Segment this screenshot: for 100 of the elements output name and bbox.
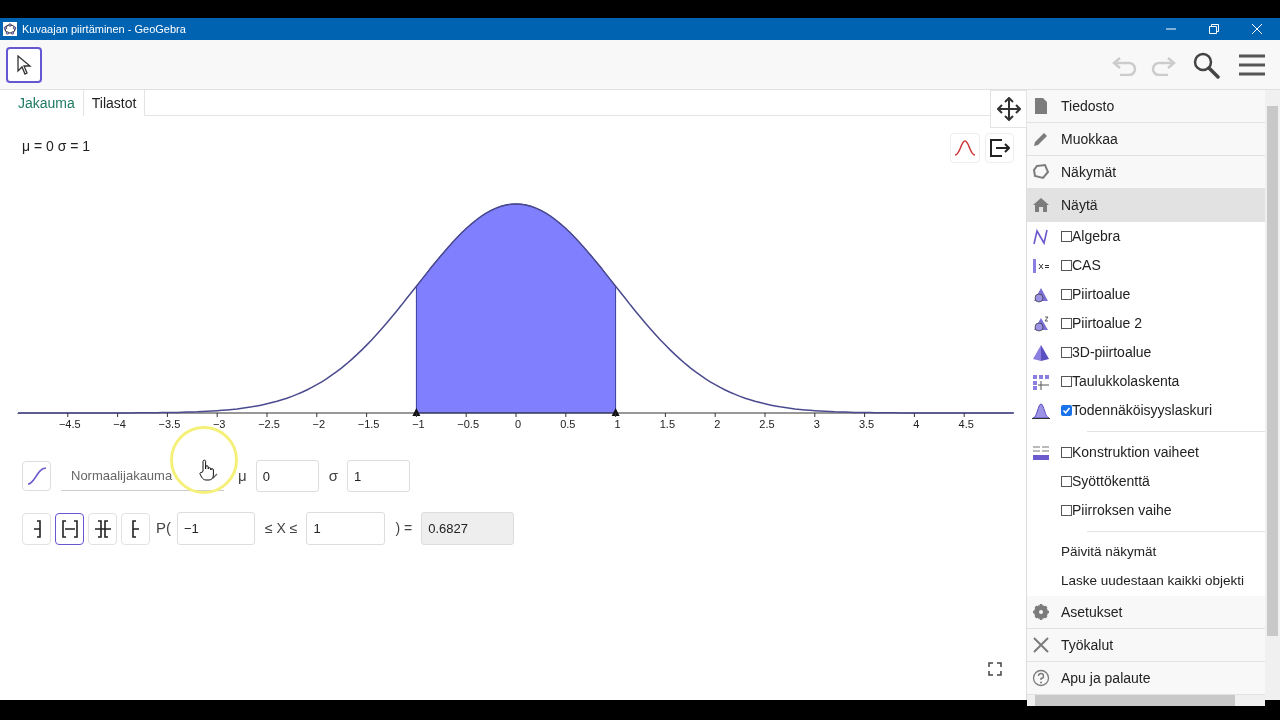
checkbox[interactable] — [1061, 505, 1072, 516]
mu-label: μ — [238, 465, 247, 486]
menu-item[interactable]: Työkalut — [1027, 629, 1265, 662]
restore-icon[interactable] — [1209, 24, 1219, 34]
axis-label: 4.5 — [958, 418, 974, 430]
window-title: Kuvaajan piirtäminen - GeoGebra — [22, 21, 186, 37]
pencil-icon — [1032, 130, 1050, 148]
move-arrows-icon — [996, 97, 1021, 121]
export-icon — [989, 139, 1010, 157]
axis-label: 3 — [813, 418, 820, 430]
checkbox[interactable] — [1061, 231, 1072, 242]
view-menu-item[interactable]: CAS — [1072, 255, 1101, 276]
bell-curve-icon — [1032, 401, 1050, 420]
checkbox[interactable] — [1061, 476, 1072, 487]
axis-label: 4 — [913, 418, 920, 430]
axis-label: 0.5 — [560, 418, 576, 430]
horizontal-scrollbar[interactable] — [1027, 695, 1265, 706]
menu-action[interactable]: Laske uudestaan kaikki objekti — [1061, 571, 1245, 592]
gear-icon — [1032, 603, 1050, 621]
checkbox[interactable] — [1061, 318, 1072, 329]
help-icon — [1032, 669, 1050, 687]
tab[interactable]: Jakauma — [10, 90, 84, 116]
sigma-field[interactable]: 1 — [346, 460, 410, 492]
axis-label: −1 — [412, 418, 425, 430]
checkbox[interactable] — [1061, 289, 1072, 300]
menu-item[interactable]: Muokkaa — [1027, 123, 1265, 156]
axis-label: 3.5 — [858, 418, 875, 430]
function-graph-icon — [1032, 227, 1050, 246]
probability-result-field[interactable]: 0.6827 — [421, 512, 515, 545]
mu-field[interactable]: 0 — [255, 460, 319, 492]
view-menu-item[interactable]: Syöttökenttä — [1072, 471, 1150, 492]
axis-label: −3.5 — [158, 418, 181, 430]
axis-label: −4 — [113, 418, 126, 430]
lower-bound-field[interactable]: −1 — [177, 512, 255, 545]
equals-label: ) = — [395, 519, 413, 538]
view-menu-item[interactable]: Todennäköisyyslaskuri — [1072, 400, 1213, 421]
axis-label: −1.5 — [357, 418, 380, 430]
bound-marker[interactable] — [412, 408, 421, 416]
axis-label: −0.5 — [457, 418, 480, 430]
checkbox[interactable] — [1061, 347, 1072, 358]
hand-cursor-icon — [199, 459, 215, 481]
file-icon — [1032, 97, 1050, 115]
axis-label: −2 — [312, 418, 326, 430]
view-menu-item[interactable]: Konstruktion vaiheet — [1072, 442, 1199, 463]
menu-action[interactable]: Päivitä näkymät — [1061, 542, 1157, 563]
menu-item[interactable]: Näytä — [1027, 189, 1265, 222]
move-view-button[interactable] — [990, 90, 1027, 128]
checkbox[interactable] — [1061, 376, 1072, 387]
inequality-label: ≤ X ≤ — [265, 519, 298, 538]
view-menu-item[interactable]: Piirtoalue 2 — [1072, 313, 1143, 334]
distribution-graph-button[interactable] — [22, 461, 51, 491]
menu-item[interactable]: Tiedosto — [1027, 90, 1265, 123]
view-menu-item[interactable]: Piirroksen vaihe — [1072, 500, 1172, 521]
app-icon — [3, 22, 17, 36]
two-tail-icon — [93, 519, 112, 538]
bound-marker[interactable] — [611, 408, 620, 416]
pyramid-icon — [1032, 343, 1050, 362]
view-menu-item[interactable]: Algebra — [1072, 226, 1121, 247]
close-icon[interactable] — [1252, 24, 1262, 34]
checkbox[interactable] — [1061, 447, 1072, 458]
pointer-icon — [16, 54, 32, 75]
view-menu-item[interactable]: Taulukkolaskenta — [1072, 371, 1180, 392]
menu-item[interactable]: Näkymät — [1027, 156, 1265, 189]
menu-item[interactable]: Asetukset — [1027, 596, 1265, 629]
axis-label: 1 — [614, 418, 621, 430]
polygon-icon — [1032, 163, 1050, 181]
sigma-label: σ — [328, 465, 338, 486]
menu-item[interactable]: Apu ja palaute — [1027, 662, 1265, 695]
move-tool-button[interactable] — [6, 46, 42, 83]
right-tail-icon — [131, 519, 140, 538]
cumulative-curve-icon — [26, 467, 47, 485]
axis-label: −4.5 — [58, 418, 81, 430]
view-menu-item[interactable]: 3D-piirtoalue — [1072, 342, 1152, 363]
axis-label: 2.5 — [759, 418, 775, 430]
spreadsheet-icon — [1032, 372, 1050, 391]
vertical-scrollbar[interactable] — [1265, 90, 1280, 700]
interval-mode-button[interactable] — [55, 512, 84, 545]
distribution-parameters: μ = 0 σ = 1 — [22, 137, 91, 156]
cas-icon — [1032, 256, 1050, 275]
axis-label: −3 — [212, 418, 226, 430]
interval-icon — [61, 519, 78, 538]
export-button[interactable] — [985, 133, 1014, 163]
fullscreen-icon[interactable] — [988, 662, 1002, 676]
menu-icon[interactable] — [1238, 52, 1266, 77]
construction-steps-icon — [1032, 443, 1050, 462]
axis-label: 0 — [514, 418, 522, 430]
view-menu-item[interactable]: Piirtoalue — [1072, 284, 1131, 305]
axis-label: 2 — [714, 418, 721, 430]
home-icon — [1032, 196, 1050, 214]
checkbox[interactable] — [1061, 260, 1072, 271]
axis-label: −2.5 — [258, 418, 280, 430]
checkbox[interactable] — [1061, 405, 1072, 416]
left-tail-icon — [32, 519, 41, 538]
axis-label: 1.5 — [659, 418, 676, 430]
upper-bound-field[interactable]: 1 — [306, 512, 386, 545]
bell-curve-icon — [954, 140, 976, 156]
search-icon[interactable] — [1192, 50, 1220, 79]
tab[interactable]: Tilastot — [83, 90, 146, 116]
probability-label: P( — [156, 518, 171, 539]
density-curve-button[interactable] — [950, 133, 980, 163]
